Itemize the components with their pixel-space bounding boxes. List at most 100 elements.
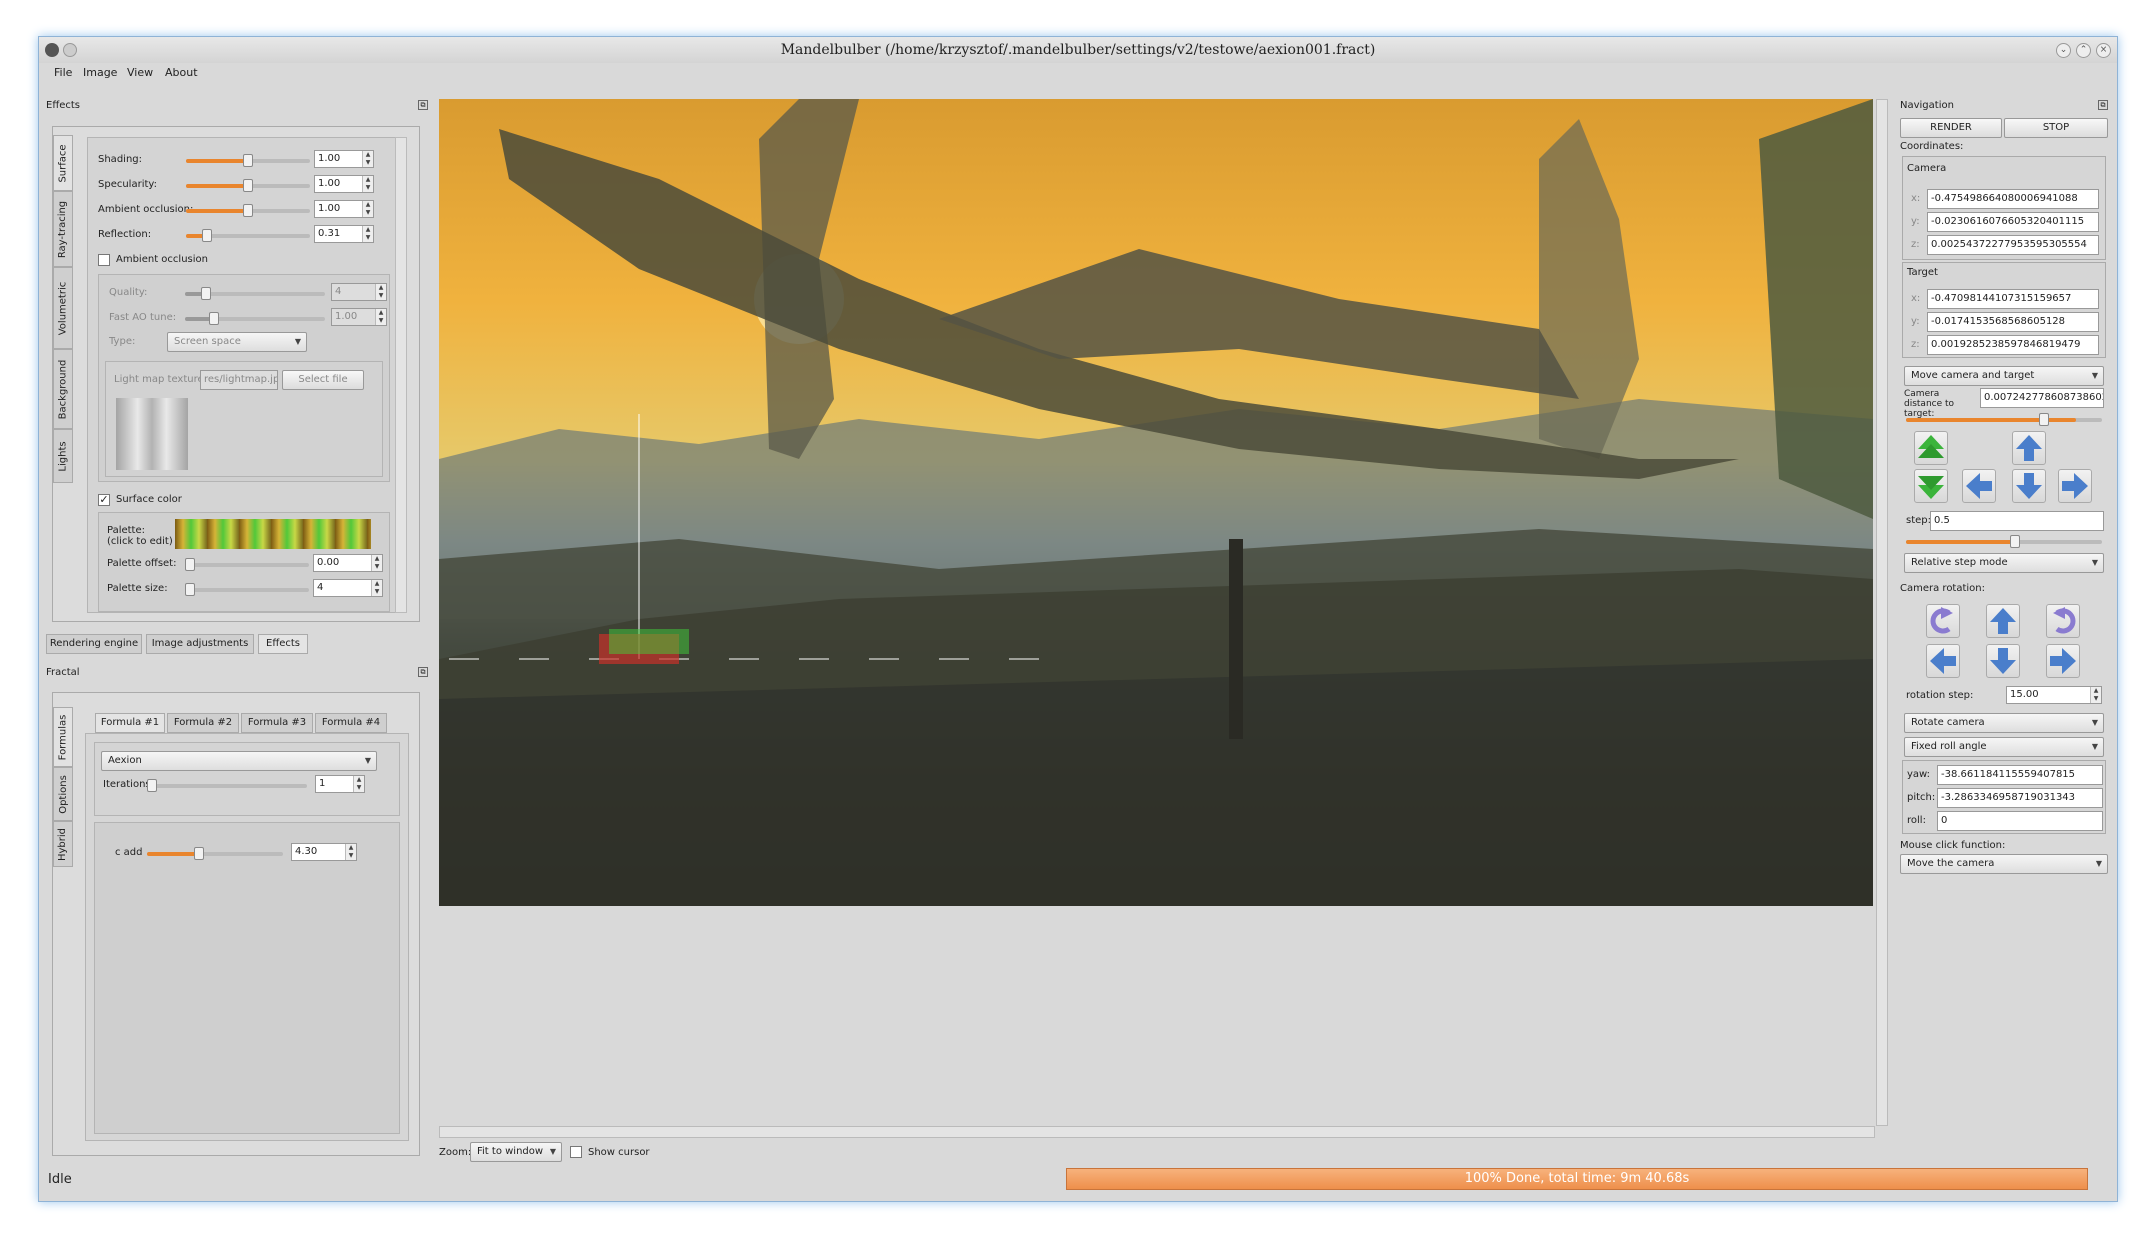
shading-input[interactable]: 1.00 ▲ ▼: [314, 150, 374, 168]
maximize-icon[interactable]: ⌃: [2076, 43, 2091, 58]
step-slider[interactable]: [1906, 535, 2102, 548]
camera-y-input[interactable]: -0.0230616076605320401115: [1927, 212, 2099, 232]
turn-left-icon[interactable]: [1926, 644, 1960, 678]
tab-effects[interactable]: Effects: [258, 634, 308, 654]
rotate-down-icon[interactable]: [1986, 644, 2020, 678]
tab-hybrid[interactable]: Hybrid: [53, 821, 73, 867]
c-add-input[interactable]: 4.30 ▲ ▼: [291, 843, 357, 861]
move-forward-icon[interactable]: [1914, 431, 1948, 465]
shading-slider[interactable]: [186, 154, 310, 167]
effects-float-icon[interactable]: ⧉: [418, 100, 428, 110]
type-combo[interactable]: Screen space ▼: [167, 332, 307, 352]
tab-formula-4[interactable]: Formula #4: [315, 713, 387, 733]
ambient-occlusion-slider[interactable]: [186, 204, 310, 217]
c-add-label: c add: [115, 847, 143, 858]
fast-ao-input[interactable]: 1.00 ▲ ▼: [331, 308, 387, 326]
menu-file[interactable]: File: [54, 66, 72, 79]
iterations-slider[interactable]: [147, 779, 307, 792]
turn-right-icon[interactable]: [2046, 644, 2080, 678]
tab-image-adjustments[interactable]: Image adjustments: [146, 634, 254, 654]
fast-ao-slider[interactable]: [185, 312, 325, 325]
effects-scrollbar[interactable]: [395, 137, 407, 613]
target-z-input[interactable]: 0.0019285238597846819479: [1927, 335, 2099, 355]
palette-offset-input[interactable]: 0.00 ▲ ▼: [313, 554, 383, 572]
tab-formula-1[interactable]: Formula #1: [95, 713, 165, 733]
pitch-label: pitch:: [1907, 792, 1936, 803]
step-label: step:: [1906, 515, 1931, 526]
camera-z-input[interactable]: 0.00254372277953595305554: [1927, 235, 2099, 255]
fractal-float-icon[interactable]: ⧉: [418, 667, 428, 677]
palette-size-slider[interactable]: [185, 583, 309, 596]
tab-lights[interactable]: Lights: [53, 429, 73, 483]
menu-view[interactable]: View: [127, 66, 153, 79]
camera-distance-label: Camera distance to target:: [1904, 389, 1955, 419]
fractal-dock-title: Fractal: [46, 667, 80, 678]
tab-background[interactable]: Background: [53, 349, 73, 429]
ambient-occlusion-input[interactable]: 1.00 ▲ ▼: [314, 200, 374, 218]
window-title: Mandelbulber (/home/krzysztof/.mandelbul…: [780, 42, 1376, 58]
tab-options[interactable]: Options: [53, 767, 73, 821]
select-file-button[interactable]: Select file: [282, 370, 364, 390]
tab-volumetric[interactable]: Volumetric: [53, 267, 73, 349]
tab-formula-2[interactable]: Formula #2: [167, 713, 239, 733]
rotate-mode-combo[interactable]: Rotate camera ▼: [1904, 713, 2104, 733]
iterations-input[interactable]: 1 ▲ ▼: [315, 775, 365, 793]
viewport-vscroll[interactable]: [1876, 99, 1888, 1126]
close-icon[interactable]: ×: [2096, 43, 2111, 58]
menu-about[interactable]: About: [165, 66, 198, 79]
tab-formulas[interactable]: Formulas: [53, 707, 73, 767]
tab-ray-tracing[interactable]: Ray-tracing: [53, 191, 73, 267]
move-left-icon[interactable]: [1962, 469, 1996, 503]
formula-combo[interactable]: Aexion ▼: [101, 751, 377, 771]
camera-x-input[interactable]: -0.475498664080006941088: [1927, 189, 2099, 209]
camera-distance-input[interactable]: 0.00724277860873860299: [1980, 388, 2104, 408]
quality-slider[interactable]: [185, 287, 325, 300]
step-input[interactable]: 0.5: [1930, 511, 2104, 531]
specularity-slider[interactable]: [186, 179, 310, 192]
reflection-slider[interactable]: [186, 229, 310, 242]
tab-formula-3[interactable]: Formula #3: [241, 713, 313, 733]
menu-image[interactable]: Image: [83, 66, 117, 79]
render-button[interactable]: RENDER: [1900, 118, 2002, 138]
ambient-occlusion-checkbox[interactable]: [98, 254, 110, 266]
minimize-icon[interactable]: ⌄: [2056, 43, 2071, 58]
ao-group: Quality: 4 ▲ ▼ Fast AO tune: 1.00 ▲ ▼ Type: …: [98, 274, 390, 482]
specularity-input[interactable]: 1.00 ▲ ▼: [314, 175, 374, 193]
palette-sublabel: (click to edit): [107, 536, 173, 547]
camera-distance-slider[interactable]: [1906, 413, 2102, 426]
reflection-input[interactable]: 0.31 ▲ ▼: [314, 225, 374, 243]
quality-input[interactable]: 4 ▲ ▼: [331, 283, 387, 301]
move-mode-combo[interactable]: Move camera and target ▼: [1904, 366, 2104, 386]
tab-rendering-engine[interactable]: Rendering engine: [46, 634, 142, 654]
target-y-input[interactable]: -0.0174153568568605128: [1927, 312, 2099, 332]
rotate-right-icon[interactable]: [2046, 604, 2080, 638]
pitch-input[interactable]: -3.28633469587190313​43: [1937, 788, 2103, 808]
step-mode-combo[interactable]: Relative step mode ▼: [1904, 553, 2104, 573]
stop-button[interactable]: STOP: [2004, 118, 2108, 138]
move-up-icon[interactable]: [2012, 431, 2046, 465]
navigation-float-icon[interactable]: ⧉: [2098, 100, 2108, 110]
rotate-up-icon[interactable]: [1986, 604, 2020, 638]
tab-surface[interactable]: Surface: [53, 135, 73, 191]
zoom-combo[interactable]: Fit to window ▼: [470, 1142, 562, 1162]
rotate-left-icon[interactable]: [1926, 604, 1960, 638]
move-right-icon[interactable]: [2058, 469, 2092, 503]
menu-icon[interactable]: [63, 43, 77, 57]
palette-offset-slider[interactable]: [185, 558, 309, 571]
roll-input[interactable]: 0: [1937, 811, 2103, 831]
palette-size-input[interactable]: 4 ▲ ▼: [313, 579, 383, 597]
move-down-icon[interactable]: [2012, 469, 2046, 503]
rotation-step-input[interactable]: 15.00 ▲ ▼: [2006, 686, 2102, 704]
viewport-hscroll[interactable]: [439, 1126, 1875, 1138]
show-cursor-checkbox[interactable]: [570, 1146, 582, 1158]
c-add-slider[interactable]: [147, 847, 283, 860]
roll-mode-combo[interactable]: Fixed roll angle ▼: [1904, 737, 2104, 757]
render-viewport[interactable]: [439, 99, 1873, 906]
move-backward-icon[interactable]: [1914, 469, 1948, 503]
palette-preview[interactable]: [175, 519, 371, 549]
mouse-click-combo[interactable]: Move the camera ▼: [1900, 854, 2108, 874]
surface-color-checkbox[interactable]: ✓: [98, 494, 110, 506]
target-x-input[interactable]: -0.47098144107315159657: [1927, 289, 2099, 309]
light-map-input[interactable]: res/lightmap.jpg: [200, 370, 278, 390]
yaw-input[interactable]: -38.6611841155594078​15: [1937, 765, 2103, 785]
